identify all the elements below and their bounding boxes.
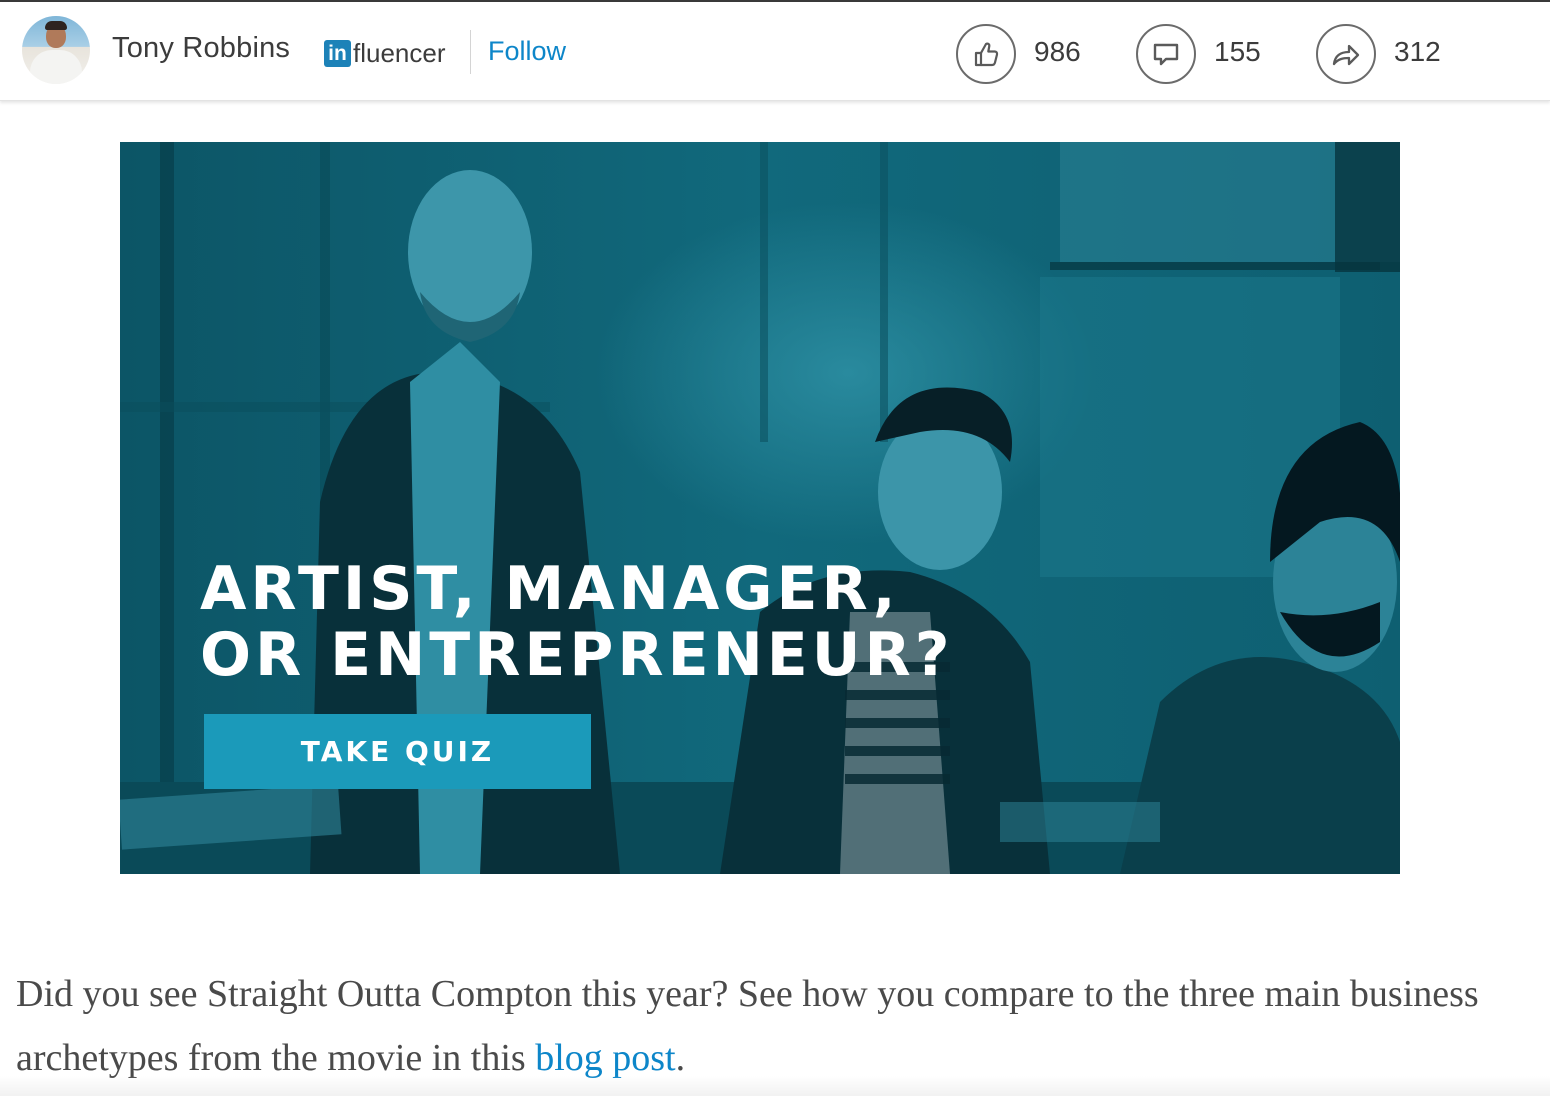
share-button[interactable] [1316,24,1376,84]
follow-button[interactable]: Follow [488,36,566,67]
headline-line-2: OR ENTREPRENEUR? [200,620,954,690]
avatar[interactable] [22,16,90,84]
thumbs-up-icon [974,42,999,67]
comment-icon [1153,43,1179,66]
like-stat: 986 [956,22,1081,86]
influencer-label: fluencer [353,37,446,68]
article-header-bar: Tony Robbins in fluencer Follow 986 155 [0,2,1550,101]
comment-count: 155 [1214,36,1261,67]
author-name[interactable]: Tony Robbins [112,32,290,65]
take-quiz-button[interactable]: TAKE QUIZ [204,714,591,789]
linkedin-in-icon: in [324,39,351,67]
comment-stat: 155 [1136,22,1261,86]
bottom-fade [0,1076,1550,1096]
influencer-badge: in fluencer [324,37,446,69]
quiz-banner-image[interactable]: ARTIST, MANAGER, OR ENTREPRENEUR? TAKE Q… [120,142,1400,874]
paragraph-text: Did you see Straight Outta Compton this … [16,973,1479,1079]
divider [470,30,471,74]
like-count: 986 [1034,36,1081,67]
paragraph-end: . [675,1037,686,1079]
like-button[interactable] [956,24,1016,84]
share-arrow-icon [1332,44,1360,66]
share-count: 312 [1394,36,1441,67]
headline-line-1: ARTIST, MANAGER, [200,554,900,624]
article-paragraph: Did you see Straight Outta Compton this … [16,962,1526,1090]
comment-button[interactable] [1136,24,1196,84]
blog-post-link[interactable]: blog post [535,1037,675,1079]
banner-headline: ARTIST, MANAGER, OR ENTREPRENEUR? [200,556,954,688]
share-stat: 312 [1316,22,1441,86]
